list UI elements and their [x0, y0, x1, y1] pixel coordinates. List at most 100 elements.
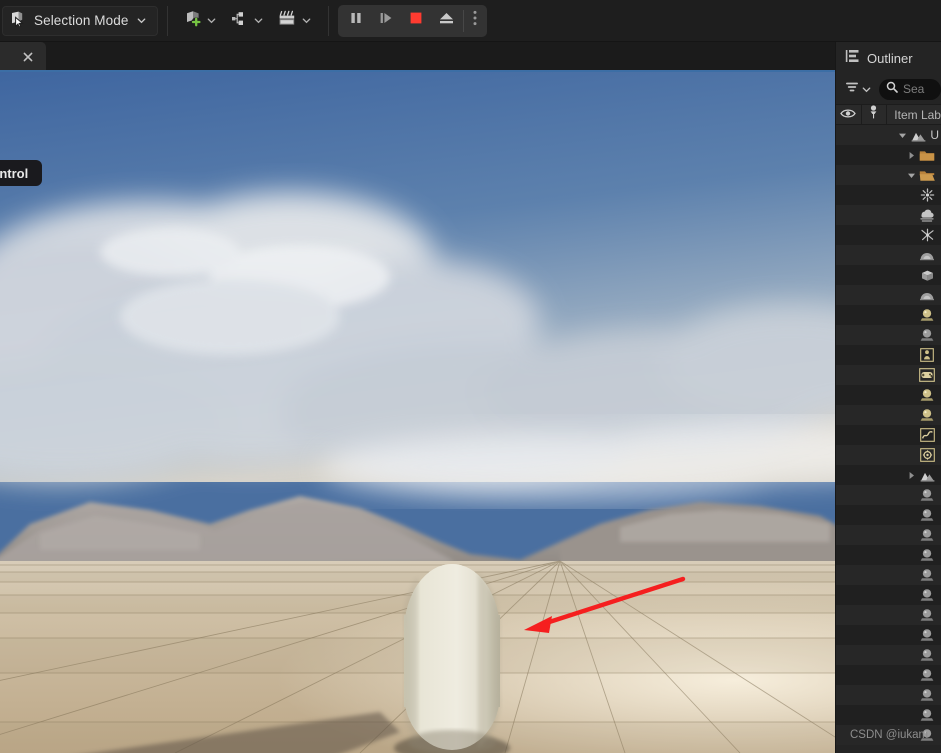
- pause-button[interactable]: [341, 7, 371, 35]
- sky-dome-icon: [918, 249, 936, 262]
- outliner-row[interactable]: U: [836, 125, 941, 145]
- search-icon: [886, 80, 898, 98]
- outliner-row[interactable]: [836, 305, 941, 325]
- outliner-row[interactable]: [836, 705, 941, 725]
- column-pin[interactable]: [862, 104, 888, 125]
- folder-open-icon: [918, 169, 936, 182]
- light-grey-icon: [918, 588, 936, 602]
- outliner-row-label: U: [930, 128, 939, 142]
- frame-step-icon: [378, 10, 394, 31]
- stop-button[interactable]: [401, 7, 431, 35]
- cinematics-button[interactable]: [271, 6, 319, 36]
- mouse-control-tooltip: use Control: [0, 160, 43, 186]
- level-viewport[interactable]: use Control: [0, 72, 835, 753]
- kebab-menu-icon: [472, 9, 478, 32]
- viewport-tab[interactable]: [0, 42, 46, 72]
- outliner-row[interactable]: [836, 445, 941, 465]
- tooltip-label: use Control: [0, 165, 29, 181]
- outliner-row[interactable]: [836, 145, 941, 165]
- light-grey-icon: [918, 328, 936, 342]
- stop-square-icon: [408, 10, 424, 31]
- outliner-panel: Outliner Sea Item Lab U CSDN @iukam: [835, 42, 941, 753]
- outliner-row[interactable]: [836, 345, 941, 365]
- light-grey-icon: [918, 608, 936, 622]
- light-gold-icon: [918, 388, 936, 402]
- outliner-row[interactable]: [836, 545, 941, 565]
- light-grey-icon: [918, 488, 936, 502]
- outliner-search-input[interactable]: Sea: [879, 78, 941, 100]
- column-visibility[interactable]: [836, 104, 862, 125]
- outliner-filter-button[interactable]: [845, 80, 872, 98]
- main-toolbar: Selection Mode: [0, 0, 941, 42]
- outliner-row[interactable]: [836, 205, 941, 225]
- light-grey-icon: [918, 628, 936, 642]
- outliner-row[interactable]: [836, 425, 941, 445]
- chevron-down-icon[interactable]: [206, 15, 217, 26]
- outliner-row[interactable]: [836, 605, 941, 625]
- outliner-search-row: Sea: [836, 74, 941, 104]
- outliner-row[interactable]: [836, 405, 941, 425]
- outliner-row[interactable]: [836, 485, 941, 505]
- blueprints-button[interactable]: [224, 7, 271, 35]
- toolbar-divider-2: [328, 5, 330, 36]
- outliner-row[interactable]: [836, 285, 941, 305]
- outliner-row[interactable]: [836, 685, 941, 705]
- folder-closed-icon: [918, 149, 936, 162]
- outliner-row[interactable]: [836, 465, 941, 485]
- chevron-down-icon[interactable]: [896, 131, 909, 140]
- toolbar-tools-group: [177, 5, 319, 37]
- column-item-label[interactable]: Item Lab: [887, 104, 941, 125]
- outliner-row[interactable]: [836, 725, 941, 745]
- outliner-row[interactable]: [836, 365, 941, 385]
- frame-advance-button[interactable]: [371, 7, 401, 35]
- chevron-right-icon[interactable]: [905, 151, 918, 160]
- chevron-right-icon[interactable]: [905, 471, 918, 480]
- selection-mode-button[interactable]: Selection Mode: [2, 5, 159, 36]
- add-content-button[interactable]: [177, 5, 224, 37]
- outliner-icon: [845, 49, 860, 68]
- unreal-editor-window: Selection Mode ntrol Outliner Sea Item L…: [0, 0, 941, 753]
- light-grey-icon: [918, 728, 936, 742]
- outliner-row[interactable]: [836, 325, 941, 345]
- outliner-row[interactable]: [836, 565, 941, 585]
- chevron-down-icon[interactable]: [301, 15, 312, 26]
- player-start-icon: [918, 348, 936, 362]
- search-placeholder: Sea: [903, 82, 925, 96]
- light-grey-icon: [918, 648, 936, 662]
- chevron-down-icon[interactable]: [861, 84, 872, 95]
- outliner-row[interactable]: [836, 645, 941, 665]
- outliner-row[interactable]: [836, 525, 941, 545]
- light-gold-icon: [918, 308, 936, 322]
- outliner-row[interactable]: [836, 165, 941, 185]
- light-grey-icon: [918, 688, 936, 702]
- cube-plus-icon: [184, 9, 203, 33]
- outliner-row[interactable]: [836, 265, 941, 285]
- outliner-row[interactable]: [836, 225, 941, 245]
- curve-chart-icon: [918, 428, 936, 442]
- outliner-row[interactable]: [836, 505, 941, 525]
- light-grey-icon: [918, 568, 936, 582]
- chevron-down-icon[interactable]: [136, 15, 147, 26]
- outliner-row[interactable]: [836, 185, 941, 205]
- eject-icon: [438, 10, 455, 31]
- outliner-row[interactable]: [836, 245, 941, 265]
- outliner-row[interactable]: [836, 385, 941, 405]
- cube-cursor-icon: [9, 10, 26, 32]
- pause-icon: [348, 10, 364, 31]
- close-icon[interactable]: [23, 52, 33, 62]
- outliner-title-bar[interactable]: Outliner: [836, 42, 941, 74]
- level-world-icon: [918, 469, 936, 482]
- play-options-button[interactable]: [466, 7, 484, 35]
- eye-icon: [840, 106, 857, 124]
- outliner-row[interactable]: [836, 665, 941, 685]
- sky-dome-icon: [918, 289, 936, 302]
- chevron-down-icon[interactable]: [253, 15, 264, 26]
- outliner-row[interactable]: [836, 625, 941, 645]
- sparkle-icon: [918, 188, 936, 202]
- eject-button[interactable]: [431, 7, 461, 35]
- play-controls-group: [338, 4, 488, 37]
- chevron-down-icon[interactable]: [905, 171, 918, 180]
- outliner-tree: U: [836, 125, 941, 745]
- viewport-tab-bar: [0, 42, 835, 72]
- outliner-row[interactable]: [836, 585, 941, 605]
